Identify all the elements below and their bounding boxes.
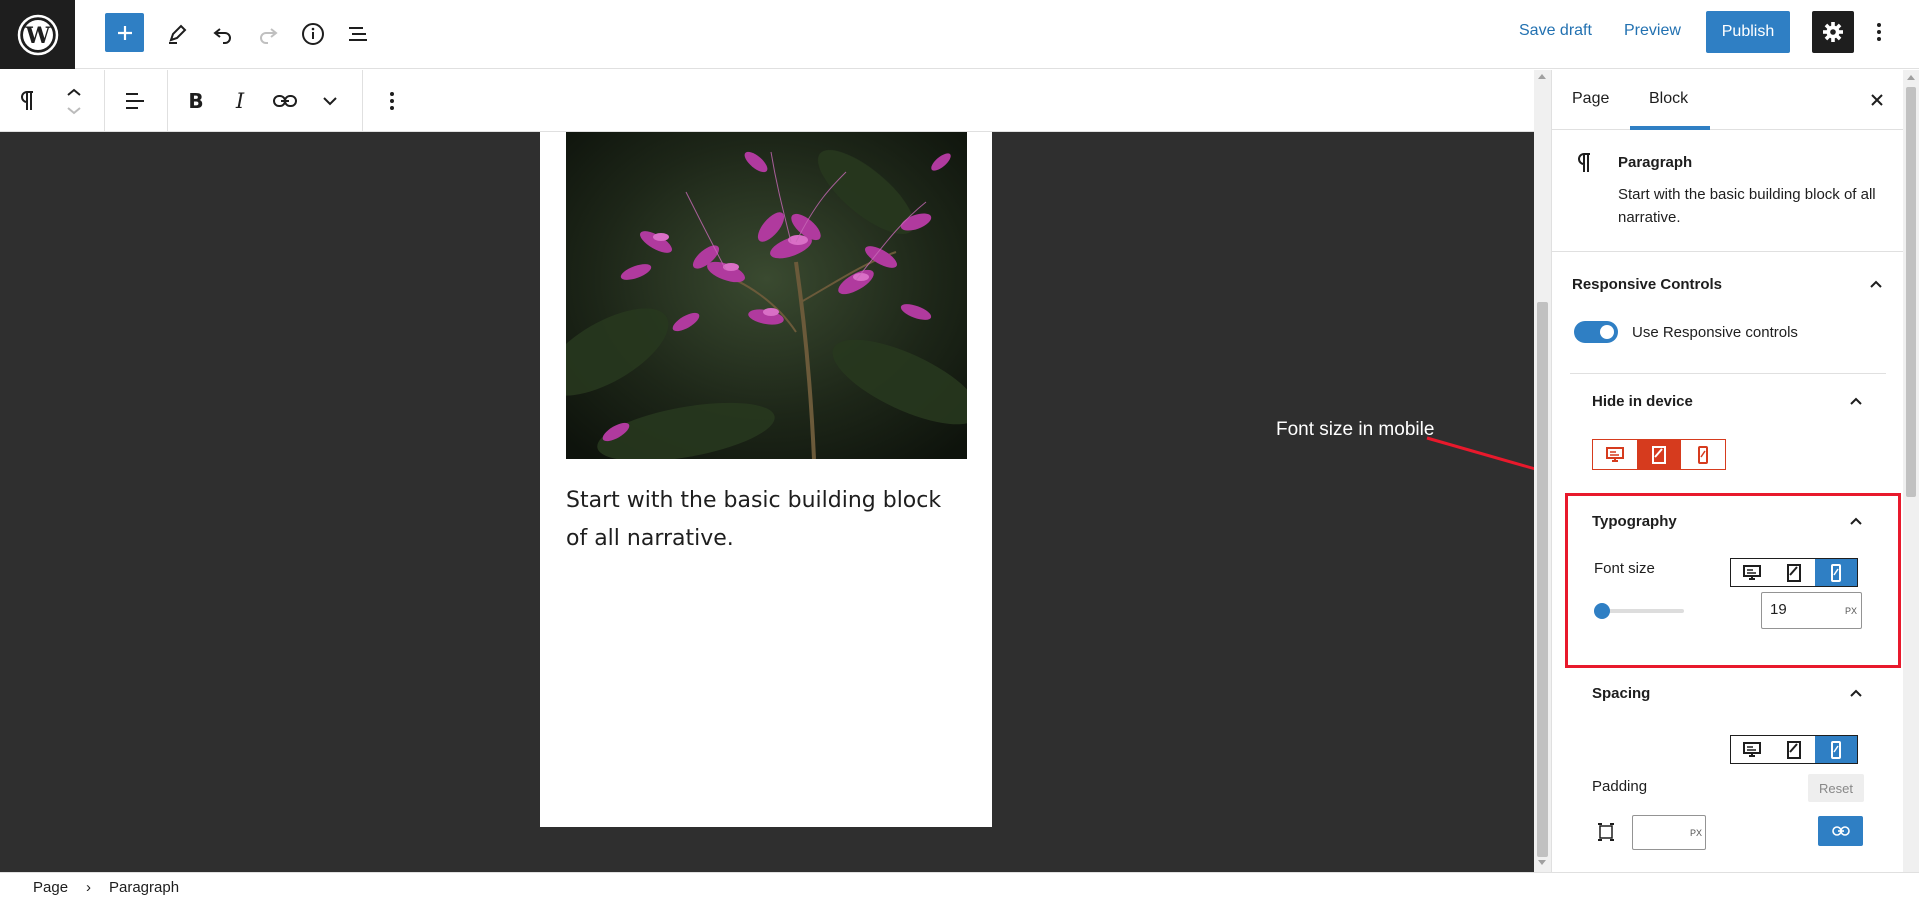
align-icon [126,93,144,109]
hide-device-group [1592,439,1726,470]
close-icon [1871,94,1883,106]
plus-icon [117,25,132,40]
paragraph-icon [21,91,33,110]
paragraph-icon [1578,153,1590,172]
gear-icon [1823,22,1843,42]
move-up-down-icon [67,88,81,115]
close-sidebar-button[interactable] [1865,88,1889,112]
toolbar-divider [104,70,105,132]
breadcrumb-page[interactable]: Page [33,879,68,896]
italic-button[interactable]: I [220,81,260,121]
padding-sides-icon [1598,823,1614,841]
spacing-tablet-button[interactable] [1773,736,1815,763]
scroll-up-icon[interactable] [1907,75,1915,80]
pencil-icon [169,24,187,44]
link-icon [1831,826,1850,836]
more-vertical-icon [1877,23,1881,41]
undo-button[interactable] [203,14,243,54]
move-block-buttons[interactable] [54,81,94,121]
editor-canvas: Start with the basic building block of a… [0,132,1534,872]
breadcrumb-paragraph[interactable]: Paragraph [109,879,179,896]
spacing-device-group [1730,735,1858,764]
redo-icon [260,28,278,44]
align-button[interactable] [115,81,155,121]
svg-text:W: W [24,23,50,49]
paragraph-block[interactable]: Start with the basic building block of a… [566,482,966,558]
hide-tablet-button[interactable] [1637,440,1681,469]
sidebar-tabs: Page Block [1552,70,1903,130]
block-description: Start with the basic building block of a… [1618,186,1876,226]
padding-input[interactable]: PX [1632,815,1706,850]
block-toolbar: B I [0,70,1534,132]
tab-page[interactable]: Page [1572,90,1609,108]
chevron-down-icon [323,97,337,106]
link-button[interactable] [265,81,305,121]
editor-scrollbar[interactable] [1534,70,1551,872]
list-view-button[interactable] [338,14,378,54]
info-icon [302,23,324,45]
block-type-button[interactable] [8,81,48,121]
mobile-icon [1698,445,1708,464]
annotation-label: Font size in mobile [1276,419,1435,440]
desktop-icon [1743,741,1761,757]
link-icon [273,95,297,107]
breadcrumb-separator: › [86,879,91,896]
flower-image[interactable] [566,132,967,459]
chevron-up-icon[interactable] [1846,683,1866,703]
desktop-icon [1606,446,1624,462]
wordpress-logo[interactable]: W [0,0,75,69]
spacing-desktop-button[interactable] [1731,736,1773,763]
scrollbar-thumb[interactable] [1906,87,1916,497]
toolbar-divider [167,70,168,132]
hide-in-device-header[interactable]: Hide in device [1592,393,1693,410]
scroll-down-icon[interactable] [1538,860,1546,865]
mobile-icon [1831,740,1841,759]
breadcrumb: Page › Paragraph [0,872,1919,902]
bold-button[interactable]: B [176,81,216,121]
tablet-icon [1787,740,1801,759]
hide-mobile-button[interactable] [1681,440,1725,469]
page-content: Start with the basic building block of a… [540,132,992,827]
tab-block[interactable]: Block [1649,90,1688,108]
block-card: Paragraph Start with the basic building … [1552,130,1903,252]
add-block-button[interactable] [105,13,144,52]
spacing-header[interactable]: Spacing [1592,685,1650,702]
settings-sidebar: Page Block Paragraph Start with the basi… [1551,70,1903,872]
spacing-mobile-button[interactable] [1815,736,1857,763]
more-formatting-button[interactable] [310,81,350,121]
settings-button[interactable] [1812,11,1854,53]
responsive-toggle[interactable] [1574,321,1618,343]
hide-desktop-button[interactable] [1593,440,1637,469]
link-sides-button[interactable] [1818,816,1863,846]
options-button[interactable] [1864,14,1894,50]
save-draft-button[interactable]: Save draft [1519,22,1592,40]
chevron-up-icon[interactable] [1846,391,1866,411]
responsive-controls-header[interactable]: Responsive Controls [1572,276,1722,293]
block-title: Paragraph [1618,154,1693,171]
undo-icon [213,28,231,44]
scrollbar-thumb[interactable] [1537,302,1548,857]
publish-button[interactable]: Publish [1706,11,1790,53]
tablet-icon [1652,445,1666,464]
more-vertical-icon [390,92,394,110]
redo-button[interactable] [248,14,288,54]
chevron-up-icon[interactable] [1866,274,1886,294]
toolbar-divider [362,70,363,132]
top-toolbar: W Save draft Preview Publish [0,0,1919,69]
block-options-button[interactable] [372,81,412,121]
scroll-up-icon[interactable] [1538,74,1546,79]
padding-label: Padding [1592,778,1648,795]
annotation-highlight-box [1565,493,1901,668]
divider [1570,373,1886,374]
unit-label: PX [1690,828,1703,838]
sidebar-scrollbar[interactable] [1903,70,1919,872]
list-view-icon [349,27,367,41]
details-button[interactable] [293,14,333,54]
responsive-toggle-label: Use Responsive controls [1632,324,1798,341]
tools-button[interactable] [157,14,197,54]
preview-button[interactable]: Preview [1624,22,1681,40]
reset-button[interactable]: Reset [1808,774,1864,802]
